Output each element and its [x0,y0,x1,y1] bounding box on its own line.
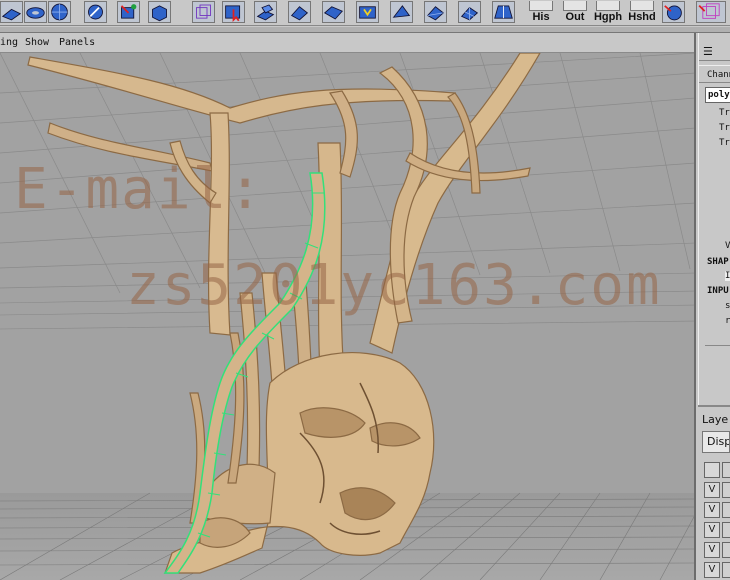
channel-box-lower-area [705,345,730,403]
channel-box-menu: ☰ [699,35,730,61]
layer-color-swatch[interactable] [722,462,730,478]
ipr-render-icon[interactable] [696,1,726,23]
wedge-icon[interactable] [390,1,413,23]
layer-visibility-toggle[interactable]: V [704,482,720,498]
split-edge-icon[interactable] [492,1,515,23]
layer-visibility-toggle[interactable]: V [704,502,720,518]
layer-row[interactable]: V [704,521,730,539]
layer-color-swatch[interactable] [722,482,730,498]
input-item-2[interactable]: r [725,316,730,326]
object-name-value: poly [708,90,730,100]
scene-canvas[interactable]: E-mail: zs5201yc163.com [0,52,694,580]
layer-row[interactable]: V [704,541,730,559]
split-polygon-icon[interactable] [117,1,140,23]
layer-color-swatch[interactable] [722,502,730,518]
extrude-face-icon[interactable] [254,1,277,23]
select-tool-icon[interactable] [222,1,245,23]
attribute-translate-y[interactable]: Tr [719,123,730,133]
bevel-icon[interactable] [322,1,345,23]
layer-row[interactable]: V [704,561,730,579]
cube-smooth-icon[interactable] [148,1,171,23]
menu-panels[interactable]: Panels [59,37,95,48]
layer-tab-label[interactable]: Laye [702,413,728,426]
triangulate-icon[interactable] [424,1,447,23]
layer-color-swatch[interactable] [722,562,730,578]
polygon-plane-icon[interactable] [0,1,23,23]
layer-visibility-toggle[interactable]: V [704,522,720,538]
menu-lighting[interactable]: ing [0,37,18,48]
list-menu-icon[interactable]: ☰ [703,45,713,58]
inputs-header: INPU [707,286,729,296]
layer-row[interactable] [704,461,730,479]
layer-row[interactable]: V [704,501,730,519]
menu-show[interactable]: Show [25,37,49,48]
layer-color-swatch[interactable] [722,522,730,538]
channel-box-tab[interactable]: Chann [699,65,730,83]
layer-visibility-toggle[interactable] [704,462,720,478]
object-name-field[interactable]: poly [705,87,730,103]
channel-box-tab-label: Chann [707,70,730,80]
visibility-label[interactable]: V [725,241,730,251]
layer-visibility-toggle[interactable]: V [704,542,720,558]
watermark-email: E-mail: [14,157,265,222]
shelf-toolbar: His Out Hgph Hshd [0,0,730,26]
hypershade-button[interactable]: Hshd [627,1,657,25]
channel-box: ☰ Chann poly Tr Tr Tr V SHAP I INPU s r [698,33,730,405]
layer-color-swatch[interactable] [722,542,730,558]
subdivide-icon[interactable] [458,1,481,23]
wire-cube-icon[interactable] [192,1,215,23]
polygon-sphere-icon[interactable] [48,1,71,23]
history-button[interactable]: His [526,1,556,25]
attribute-translate-x[interactable]: Tr [719,108,730,118]
watermark-address: zs5201yc163.com [126,253,662,318]
shapes-header: SHAP [707,257,729,267]
layer-row[interactable]: V [704,481,730,499]
panel-menu-bar: ing Show Panels [0,33,694,53]
merge-icon[interactable] [356,1,379,23]
attribute-translate-z[interactable]: Tr [719,138,730,148]
render-sphere-icon[interactable] [662,1,685,23]
shape-item[interactable]: I [725,271,730,281]
input-item-1[interactable]: s [725,301,730,311]
layer-editor: Laye Disp V V V V V [698,405,730,580]
layer-visibility-toggle[interactable]: V [704,562,720,578]
sculpt-brush-icon[interactable] [84,1,107,23]
outliner-button[interactable]: Out [560,1,590,25]
polygon-torus-icon[interactable] [24,1,47,23]
perspective-viewport[interactable]: ing Show Panels E-mail: zs5201yc163.com [0,33,696,580]
hypergraph-button[interactable]: Hgph [593,1,623,25]
layer-type-select[interactable]: Disp [702,431,730,453]
append-polygon-icon[interactable] [288,1,311,23]
